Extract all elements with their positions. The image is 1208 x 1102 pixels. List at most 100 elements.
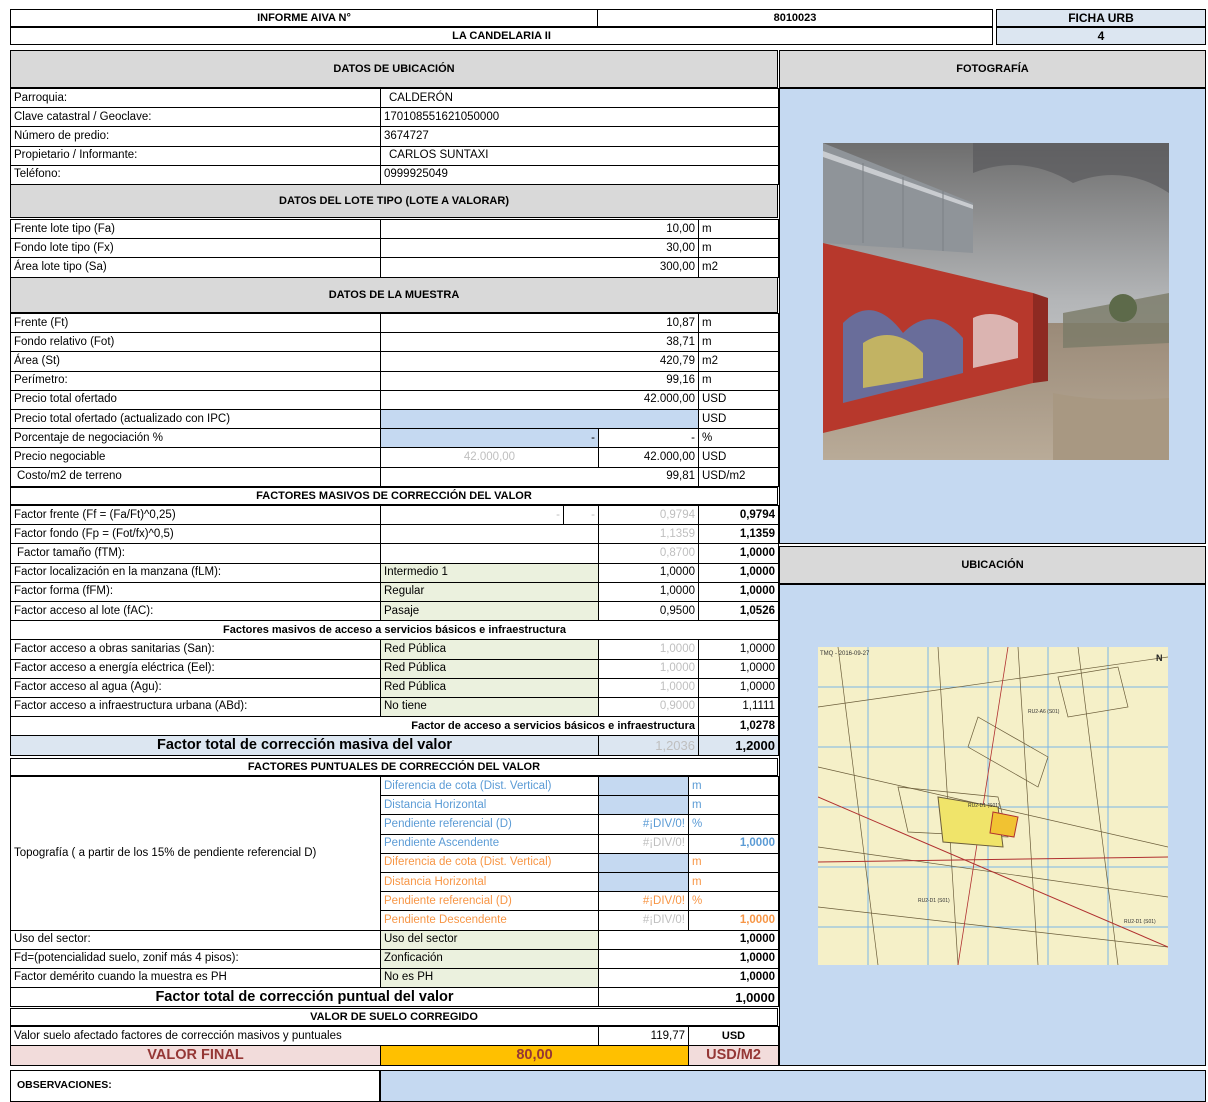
sanitation-select[interactable]: Red Pública — [380, 639, 599, 660]
asc-vertical-input[interactable] — [598, 775, 689, 797]
ubicacion-title: DATOS DE UBICACIÓN — [10, 50, 778, 88]
row-label: Pendiente referencial (D) — [380, 814, 599, 835]
row-value: 1,0000 — [698, 543, 779, 564]
negotiation-input[interactable]: - — [380, 428, 599, 449]
row-label: Factor localización en la manzana (fLM): — [10, 562, 381, 583]
corregido-unit: USD — [688, 1025, 779, 1047]
row-label: Factor acceso al agua (Agu): — [10, 677, 381, 698]
table-row: Clave catastral / Geoclave: 1701085516210… — [10, 107, 779, 128]
masivos-title: FACTORES MASIVOS DE CORRECCIÓN DEL VALOR — [10, 487, 778, 505]
location-select[interactable]: Intermedio 1 — [380, 562, 599, 583]
row-unit: m — [698, 370, 779, 391]
row-value: 3674727 — [380, 126, 779, 147]
table-row: Porcentaje de negociación % - -% — [10, 428, 779, 449]
masivos-table: Factor frente (Ff = (Fa/Ft)^0,25) - -0,979… — [10, 504, 779, 757]
row-unit: USD — [698, 389, 779, 410]
row-unit: m — [688, 852, 779, 873]
row-label: Número de predio: — [10, 126, 381, 147]
table-row: Factor forma (fFM): Regular 1,0000 1,0000 — [10, 581, 779, 602]
table-row: Uso del sector: Uso del sector 1,0000 — [10, 929, 779, 950]
row-label: Factor demérito cuando la muestra es PH — [10, 967, 381, 989]
ipc-price-input[interactable] — [380, 408, 699, 430]
row-label: Pendiente Ascendente — [380, 833, 599, 854]
row-value: 10,87 — [380, 312, 699, 334]
table-row: Precio total ofertado (actualizado con I… — [10, 408, 779, 430]
row-label: Perímetro: — [10, 370, 381, 391]
access-select[interactable]: Pasaje — [380, 600, 599, 622]
row-mid: #¡DIV/0! — [598, 910, 689, 931]
table-row: Costo/m2 de terreno 99,81 USD/m2 — [10, 466, 779, 487]
map-title: UBICACIÓN — [961, 559, 1024, 571]
row-value: 0,9794 — [698, 504, 779, 526]
row-unit: m — [688, 795, 779, 816]
servicios-title: Factores masivos de acceso a servicios b… — [10, 620, 779, 641]
row-unit: % — [688, 891, 779, 912]
table-row: Perímetro: 99,16 m — [10, 370, 779, 391]
row-value: 1,0526 — [698, 600, 779, 622]
table-row: Parroquia: CALDERÓN — [10, 87, 779, 109]
electricity-select[interactable]: Red Pública — [380, 658, 599, 679]
photo-title-cell: FOTOGRAFÍA — [779, 50, 1206, 88]
table-row: Área (St) 420,79 m2 — [10, 351, 779, 372]
sector-use-select[interactable]: Uso del sector — [380, 929, 599, 950]
row-label: Factor frente (Ff = (Fa/Ft)^0,25) — [10, 504, 381, 526]
row-label: Factor acceso a infraestructura urbana (… — [10, 696, 381, 718]
table-row: Factor acceso a obras sanitarias (San): R… — [10, 639, 779, 660]
row-label: Precio negociable — [10, 447, 381, 468]
table-row: Factor de acceso a servicios básicos e i… — [10, 716, 779, 737]
row-coef: 1,0000 — [598, 562, 699, 583]
table-row: Factor frente (Ff = (Fa/Ft)^0,25) - -0,979… — [10, 504, 779, 526]
row-unit: m — [688, 775, 779, 797]
final-unit: USD/M2 — [688, 1045, 779, 1067]
row-coef: 0,9000 — [598, 696, 699, 718]
row-value: 1,0000 — [698, 562, 779, 583]
row-label: Porcentaje de negociación % — [10, 428, 381, 449]
map-label: RU2-A6 (S01) — [1028, 709, 1060, 715]
table-row: Topografía ( a partir de los 15% de pend… — [10, 775, 779, 931]
row-value: 99,81 — [380, 466, 699, 487]
table-row: Factor acceso a infraestructura urbana (… — [10, 696, 779, 718]
row-label: Factor acceso al lote (fAC): — [10, 600, 381, 622]
shape-select[interactable]: Regular — [380, 581, 599, 602]
photo-title: FOTOGRAFÍA — [956, 63, 1029, 75]
water-select[interactable]: Red Pública — [380, 677, 599, 698]
row-value: 420,79 — [380, 351, 699, 372]
table-row: Fondo lote tipo (Fx) 30,00 m — [10, 238, 779, 259]
row-unit: USD — [698, 408, 779, 430]
desc-horizontal-input[interactable] — [598, 871, 689, 893]
row-value: 42.000,00 — [380, 389, 699, 410]
row-value: 0999925049 — [380, 164, 779, 185]
tamano-gray: 0,8700 — [598, 543, 699, 564]
observaciones-input[interactable] — [380, 1070, 1206, 1102]
corregido-title: VALOR DE SUELO CORREGIDO — [10, 1008, 778, 1026]
table-row: Factor acceso al agua (Agu): Red Pública 1… — [10, 677, 779, 698]
row-label: Fondo relativo (Fot) — [10, 332, 381, 353]
table-row: Factor acceso a energía eléctrica (Eel):… — [10, 658, 779, 679]
ph-select[interactable]: No es PH — [380, 967, 599, 989]
asc-horizontal-input[interactable] — [598, 795, 689, 816]
row-value: 1,0000 — [598, 948, 779, 969]
row-label: Uso del sector: — [10, 929, 381, 950]
corregido-value: 119,77 — [598, 1025, 689, 1047]
row-label: Precio total ofertado (actualizado con I… — [10, 408, 381, 430]
row-value: 42.000,00 — [598, 447, 699, 468]
row-mid: #¡DIV/0! — [598, 833, 689, 854]
desc-vertical-input[interactable] — [598, 852, 689, 873]
table-row: Teléfono: 0999925049 — [10, 164, 779, 185]
zoning-select[interactable]: Zonficación — [380, 948, 599, 969]
informe-label: INFORME AIVA N° — [10, 9, 598, 27]
negotiation-value: - — [598, 428, 699, 449]
row-unit: m2 — [698, 257, 779, 278]
table-row: Valor suelo afectado factores de correcc… — [10, 1025, 779, 1047]
table-row: Fd=(potencialidad suelo, zonif más 4 pis… — [10, 948, 779, 969]
row-label: Factor tamaño (fTM): — [10, 543, 381, 564]
muestra-table: Frente (Ft) 10,87 m Fondo relativo (Fot) 38… — [10, 312, 779, 487]
frente-dash-1: - — [380, 504, 564, 526]
ficha-label: FICHA URB — [996, 9, 1206, 27]
map-stamp: TMQ - 2016-09-27 — [820, 651, 870, 657]
infrastructure-select[interactable]: No tiene — [380, 696, 599, 718]
row-unit: % — [698, 428, 779, 449]
row-label: Diferencia de cota (Dist. Vertical) — [380, 775, 599, 797]
row-label: Precio total ofertado — [10, 389, 381, 410]
ubicacion-table: Parroquia: CALDERÓN Clave catastral / Geo… — [10, 87, 779, 185]
